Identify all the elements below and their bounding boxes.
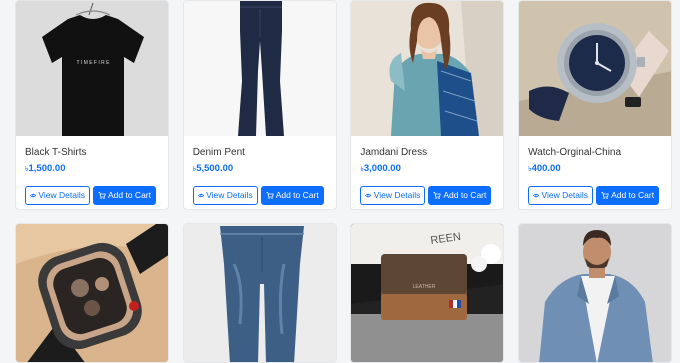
view-details-button[interactable]: View Details xyxy=(528,186,594,205)
product-grid-row-2: REEN LEATHER xyxy=(15,223,673,363)
add-to-cart-label: Add to Cart xyxy=(611,190,655,200)
view-details-button[interactable]: View Details xyxy=(192,186,258,205)
tshirt-print-text: T I M E F I R E xyxy=(77,60,111,66)
view-details-button[interactable]: View Details xyxy=(25,186,90,205)
view-details-label: View Details xyxy=(373,190,421,200)
add-to-cart-label: Add to Cart xyxy=(275,190,319,200)
add-to-cart-button[interactable]: Add to Cart xyxy=(93,186,156,205)
price-value: 5,500.00 xyxy=(196,163,234,174)
product-image-skeleton-watch[interactable] xyxy=(16,224,168,362)
product-image-denim-pants[interactable] xyxy=(183,1,336,136)
price-value: 3,000.00 xyxy=(363,163,401,174)
product-card: Denim Pent ৳5,500.00 View Details Add to… xyxy=(182,0,337,210)
product-card xyxy=(182,223,337,363)
product-card: Jamdani Dress ৳3,000.00 View Details Add… xyxy=(350,0,505,210)
wallet-print-text: LEATHER xyxy=(413,284,436,290)
product-card xyxy=(518,223,673,363)
eye-icon xyxy=(365,193,372,198)
product-title[interactable]: Denim Pent xyxy=(193,146,328,160)
product-price: ৳5,500.00 xyxy=(193,162,328,176)
product-card: Watch-Orginal-China ৳400.00 View Details… xyxy=(518,0,673,210)
product-title[interactable]: Jamdani Dress xyxy=(360,146,495,160)
view-details-label: View Details xyxy=(38,190,85,200)
product-image-silver-watch[interactable] xyxy=(519,1,672,136)
product-image-black-tshirt[interactable]: T I M E F I R E xyxy=(16,1,168,136)
add-to-cart-label: Add to Cart xyxy=(108,190,151,200)
product-price: ৳3,000.00 xyxy=(360,162,495,176)
product-grid-row-1: T I M E F I R E Black T-Shirts ৳1,500.00… xyxy=(15,0,673,210)
view-details-button[interactable]: View Details xyxy=(360,186,426,205)
product-card xyxy=(15,223,169,363)
add-to-cart-label: Add to Cart xyxy=(443,190,487,200)
product-image-jamdani-dress[interactable] xyxy=(351,1,504,136)
eye-icon xyxy=(197,193,205,198)
product-title[interactable]: Watch-Orginal-China xyxy=(528,146,663,160)
view-details-label: View Details xyxy=(541,190,589,200)
product-price: ৳400.00 xyxy=(528,162,663,176)
price-value: 400.00 xyxy=(531,163,561,174)
add-to-cart-button[interactable]: Add to Cart xyxy=(260,186,324,205)
cart-icon xyxy=(266,192,274,199)
product-card: REEN LEATHER xyxy=(350,223,505,363)
eye-icon xyxy=(533,193,540,198)
price-value: 1,500.00 xyxy=(28,163,66,174)
cart-icon xyxy=(433,192,442,199)
add-to-cart-button[interactable]: Add to Cart xyxy=(428,186,492,205)
add-to-cart-button[interactable]: Add to Cart xyxy=(596,186,660,205)
product-image-jeans[interactable] xyxy=(183,224,336,362)
cart-icon xyxy=(601,192,609,199)
product-title[interactable]: Black T-Shirts xyxy=(25,146,160,160)
view-details-label: View Details xyxy=(206,190,253,200)
product-price: ৳1,500.00 xyxy=(25,162,160,176)
eye-icon xyxy=(30,193,37,198)
cart-icon xyxy=(98,192,106,199)
product-image-denim-jacket[interactable] xyxy=(519,224,672,362)
product-image-leather-wallet[interactable]: REEN LEATHER xyxy=(351,224,504,362)
product-card: T I M E F I R E Black T-Shirts ৳1,500.00… xyxy=(15,0,169,210)
